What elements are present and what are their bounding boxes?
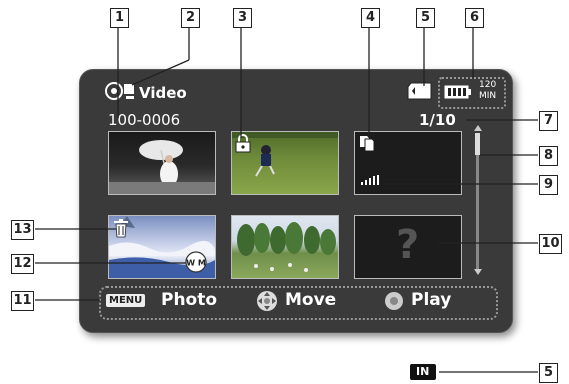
internal-memory-icon: IN [410, 364, 436, 380]
callout-1: 1 [110, 8, 129, 28]
internal-memory-label: IN [416, 365, 430, 378]
callout-12: 12 [11, 254, 34, 274]
callout-11: 11 [11, 291, 34, 311]
callout-4: 4 [361, 8, 380, 28]
callout-7: 7 [539, 111, 558, 131]
callout-3: 3 [233, 8, 252, 28]
callout-8: 8 [539, 146, 558, 166]
callout-13: 13 [11, 220, 34, 240]
callout-10: 10 [539, 234, 562, 254]
callout-9: 9 [539, 175, 558, 195]
callout-leaders [35, 26, 538, 373]
callout-5: 5 [416, 8, 435, 28]
callout-6: 6 [465, 8, 484, 28]
callout-2: 2 [181, 8, 200, 28]
callout-5-footer: 5 [539, 363, 558, 383]
